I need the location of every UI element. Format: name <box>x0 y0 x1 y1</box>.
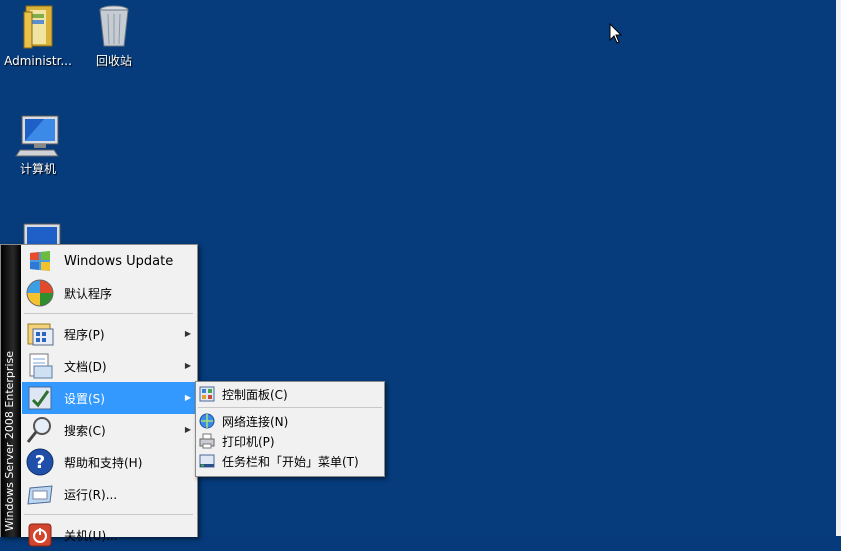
network-connections-icon <box>199 413 215 429</box>
start-menu-items: Windows Update 默认程序 程序(P) ▶ 文档(D) ▶ 设置(S… <box>22 245 197 551</box>
programs-icon <box>27 323 54 346</box>
menu-item-label: 搜索(C) <box>64 423 106 438</box>
menu-item-label: 程序(P) <box>64 327 105 342</box>
windows-update-icon <box>30 251 50 271</box>
taskbar-icon <box>199 454 215 468</box>
documents-icon <box>29 353 53 379</box>
submenu-arrow-icon: ▶ <box>184 425 191 434</box>
submenu-item-printers[interactable]: 打印机(P) <box>196 431 384 451</box>
desktop-icon-label: 回收站 <box>95 54 132 68</box>
menu-separator <box>24 313 193 314</box>
menu-item-help[interactable]: ? 帮助和支持(H) <box>22 446 197 478</box>
menu-item-label: 运行(R)... <box>64 487 118 502</box>
submenu-separator <box>198 407 382 408</box>
desktop-icon-recycle-bin[interactable]: 回收站 <box>74 2 154 68</box>
submenu-item-control-panel[interactable]: 控制面板(C) <box>196 384 384 404</box>
menu-item-default-programs[interactable]: 默认程序 <box>22 277 197 309</box>
settings-icon <box>28 386 52 410</box>
printer-icon <box>199 433 215 449</box>
menu-separator <box>24 514 193 515</box>
start-menu: Windows Server 2008 Enterprise Windows U… <box>0 244 198 547</box>
submenu-item-label: 任务栏和「开始」菜单(T) <box>222 454 359 469</box>
desktop-icon-computer[interactable]: 计算机 <box>0 112 78 176</box>
shutdown-icon <box>28 523 52 547</box>
menu-item-label: Windows Update <box>64 253 174 269</box>
menu-item-run[interactable]: 运行(R)... <box>22 478 197 510</box>
help-icon: ? <box>26 448 54 476</box>
menu-item-label: 帮助和支持(H) <box>64 455 143 470</box>
start-menu-banner: Windows Server 2008 Enterprise <box>1 245 21 537</box>
submenu-arrow-icon: ▶ <box>184 393 191 402</box>
submenu-item-taskbar[interactable]: 任务栏和「开始」菜单(T) <box>196 451 384 471</box>
menu-item-shutdown[interactable]: 关机(U)... <box>22 519 197 551</box>
default-programs-icon <box>26 279 54 307</box>
submenu-item-network-connections[interactable]: 网络连接(N) <box>196 411 384 431</box>
desktop-icon-label: Administr... <box>4 54 72 68</box>
control-panel-icon <box>199 386 215 402</box>
submenu-arrow-icon: ▶ <box>184 361 191 370</box>
menu-item-label: 设置(S) <box>64 391 105 406</box>
submenu-arrow-icon: ▶ <box>184 329 191 338</box>
menu-item-windows-update[interactable]: Windows Update <box>22 245 197 277</box>
mouse-cursor-icon <box>609 23 623 44</box>
desktop-icon-label: 计算机 <box>19 162 56 176</box>
banner-text: Windows Server 2008 Enterprise <box>3 350 16 531</box>
submenu-item-label: 控制面板(C) <box>222 387 288 402</box>
menu-item-search[interactable]: 搜索(C) ▶ <box>22 414 197 446</box>
run-icon <box>27 485 53 505</box>
menu-item-label: 默认程序 <box>64 286 113 301</box>
user-folder-icon <box>23 5 53 49</box>
menu-item-label: 关机(U)... <box>64 528 118 543</box>
settings-submenu: 控制面板(C) 网络连接(N) 打印机(P) 任务栏和「开始」菜单(T) <box>195 381 385 477</box>
submenu-item-label: 网络连接(N) <box>222 414 289 429</box>
menu-item-settings[interactable]: 设置(S) ▶ <box>22 382 197 414</box>
computer-icon <box>15 115 59 157</box>
menu-item-documents[interactable]: 文档(D) ▶ <box>22 350 197 382</box>
menu-item-programs[interactable]: 程序(P) ▶ <box>22 318 197 350</box>
desktop-icon-administrator[interactable]: Administr... <box>0 2 78 68</box>
menu-item-label: 文档(D) <box>64 359 107 374</box>
recycle-bin-icon <box>99 5 129 47</box>
search-icon <box>26 417 51 443</box>
network-icon <box>23 223 61 246</box>
submenu-item-label: 打印机(P) <box>222 434 275 449</box>
svg-text:?: ? <box>35 452 45 473</box>
window-edge <box>836 0 841 536</box>
